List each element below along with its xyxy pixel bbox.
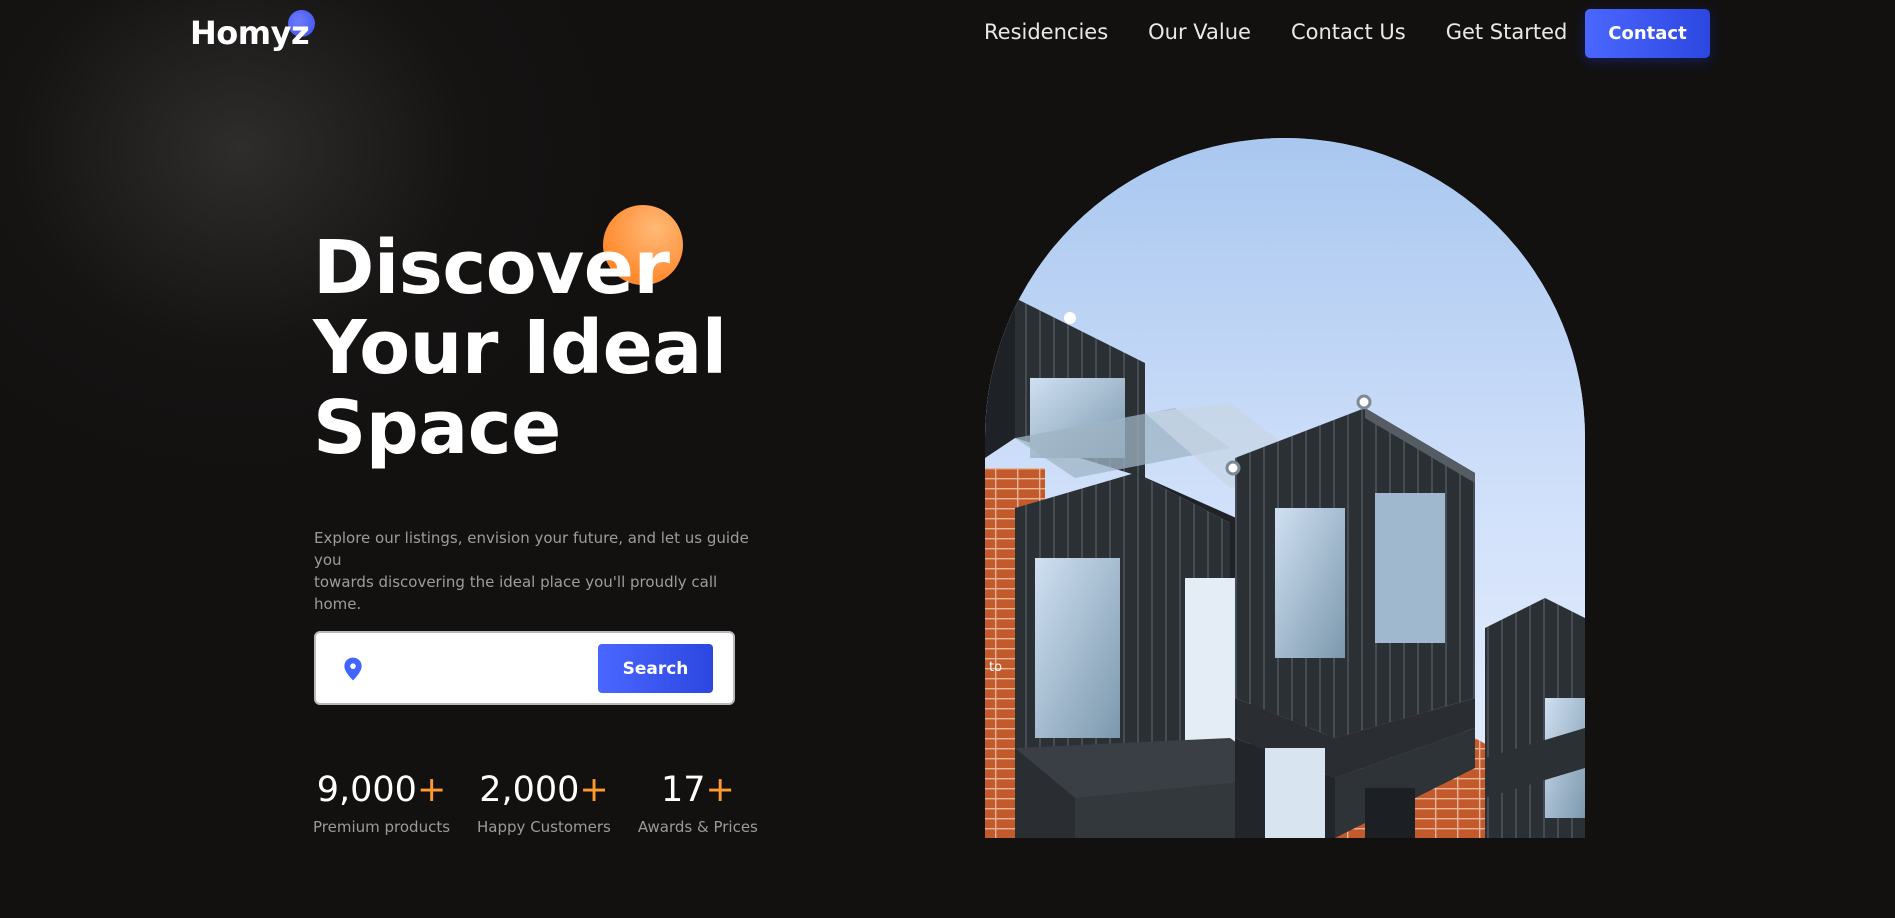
stat-number: 2,000 [479, 770, 580, 810]
hero-subtitle-line: Explore our listings, envision your futu… [314, 529, 749, 569]
landing-page: Homyz Residencies Our Value Contact Us G… [0, 0, 1895, 918]
hero-subtitle: Explore our listings, envision your futu… [314, 527, 754, 615]
search-bar: Search [314, 631, 735, 705]
search-input[interactable] [378, 651, 542, 689]
nav-item-our-value[interactable]: Our Value [1148, 20, 1251, 44]
contact-button[interactable]: Contact [1585, 9, 1710, 58]
stat-value: 9,000+ [317, 768, 447, 812]
stat-plus: + [416, 770, 447, 810]
stat-label: Premium products [313, 818, 451, 836]
stat-happy-customers: 2,000+ Happy Customers [477, 768, 611, 836]
stat-premium-products: 9,000+ Premium products [313, 768, 450, 836]
hero-title-line: Your Ideal [313, 305, 727, 391]
stat-label: Awards & Prices [637, 818, 758, 836]
nav-item-get-started[interactable]: Get Started [1446, 20, 1568, 44]
image-caption: to [989, 660, 1003, 675]
main-nav: Residencies Our Value Contact Us Get Sta… [984, 20, 1567, 44]
stat-number: 9,000 [316, 770, 417, 810]
nav-item-residencies[interactable]: Residencies [984, 20, 1108, 44]
building-illustration [985, 138, 1585, 838]
stat-awards: 17+ Awards & Prices [638, 768, 758, 836]
stat-plus: + [579, 770, 609, 810]
brand-logo[interactable]: Homyz [190, 14, 310, 52]
stat-value: 2,000+ [479, 768, 609, 812]
hero-title-line: Discover [313, 225, 670, 311]
search-button[interactable]: Search [598, 644, 713, 693]
hero-title-line: Space [313, 385, 561, 471]
stat-value: 17+ [661, 768, 735, 812]
hero-building-image: to [985, 138, 1585, 838]
stats-row: 9,000+ Premium products 2,000+ Happy Cus… [313, 768, 758, 836]
nav-item-contact-us[interactable]: Contact Us [1291, 20, 1406, 44]
stat-plus: + [705, 770, 735, 810]
hero-title: Discover Your Ideal Space [313, 228, 727, 468]
stat-label: Happy Customers [477, 818, 611, 836]
hero-subtitle-line: towards discovering the ideal place you'… [314, 573, 718, 613]
stat-number: 17 [660, 770, 706, 810]
location-pin-icon [344, 657, 362, 681]
